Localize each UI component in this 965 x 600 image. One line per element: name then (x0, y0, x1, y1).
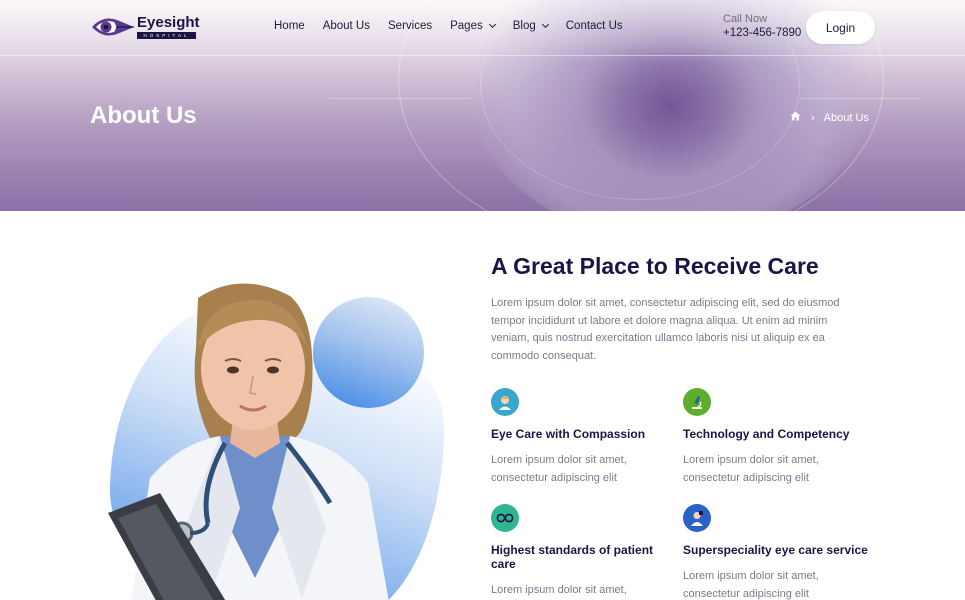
nav-item-contact-us[interactable]: Contact Us (566, 20, 623, 32)
logo-text: Eyesight HOSPITAL (137, 15, 200, 39)
nurse-icon (491, 388, 519, 416)
nav-item-label: Pages (450, 20, 483, 32)
feature-text: Lorem ipsum dolor sit amet, consectetur … (491, 454, 627, 484)
feature-card: Technology and Competency Lorem ipsum do… (683, 388, 873, 487)
feature-card: Superspeciality eye care service Lorem i… (683, 504, 873, 600)
nav-item-label: Services (388, 20, 433, 32)
nav-item-label: About Us (322, 20, 370, 32)
chevron-down-icon (488, 20, 496, 29)
call-label: Call Now (723, 13, 768, 25)
breadcrumb-current: About Us (823, 111, 869, 124)
about-heading: A Great Place to Receive Care (491, 253, 819, 279)
feature-title: Superspeciality eye care service (683, 543, 868, 557)
home-icon[interactable] (790, 111, 801, 124)
login-button[interactable]: Login (806, 11, 875, 44)
eye-logo-icon (91, 14, 135, 40)
feature-text: Lorem ipsum dolor sit amet, consectetur … (683, 570, 819, 600)
nav-item-about-us[interactable]: About Us (323, 20, 370, 32)
feature-title: Technology and Competency (683, 427, 850, 441)
feature-card: Eye Care with Compassion Lorem ipsum dol… (491, 388, 681, 487)
nav-item-label: Contact Us (565, 20, 623, 32)
glasses-icon (491, 504, 519, 532)
feature-text: Lorem ipsum dolor sit amet, (491, 584, 627, 596)
call-number[interactable]: +123-456-7890 (723, 27, 801, 39)
microscope-icon (683, 388, 711, 416)
breadcrumb: › About Us (790, 111, 869, 124)
site-header: Eyesight HOSPITAL Home About Us Services… (0, 0, 965, 56)
call-now: Call Now +123-456-7890 (723, 13, 801, 39)
site-logo[interactable]: Eyesight HOSPITAL (91, 14, 200, 40)
nav-item-label: Blog (512, 20, 536, 32)
nav-item-services[interactable]: Services (388, 20, 432, 32)
feature-text: Lorem ipsum dolor sit amet, consectetur … (683, 454, 819, 484)
doctor-icon (683, 504, 711, 532)
chevron-down-icon (541, 20, 549, 29)
feature-card: Highest standards of patient care Lorem … (491, 504, 681, 600)
nav-item-pages[interactable]: Pages (450, 20, 496, 32)
chevron-right-icon: › (811, 111, 815, 124)
main-nav: Home About Us Services Pages Blog Contac… (274, 20, 641, 32)
page-title: About Us (90, 102, 197, 129)
nav-item-blog[interactable]: Blog (512, 20, 549, 32)
logo-sub: HOSPITAL (137, 32, 196, 39)
feature-title: Highest standards of patient care (491, 543, 654, 571)
logo-name: Eyesight (137, 14, 200, 31)
doctor-image (90, 278, 470, 600)
feature-title: Eye Care with Compassion (491, 427, 646, 441)
nav-item-home[interactable]: Home (274, 20, 305, 32)
about-description: Lorem ipsum dolor sit amet, consectetur … (491, 297, 840, 362)
nav-item-label: Home (274, 20, 305, 32)
